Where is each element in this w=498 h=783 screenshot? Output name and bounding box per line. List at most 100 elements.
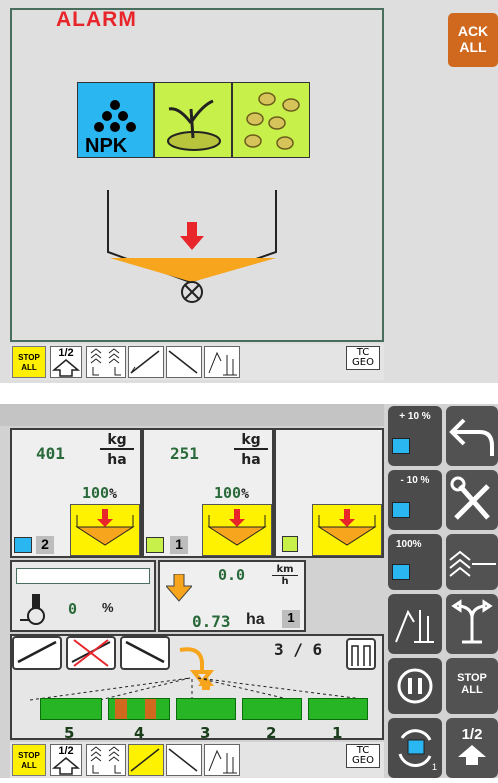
rate-value: 251 [170, 444, 199, 463]
headland-sections-icon [90, 746, 121, 774]
tc-geo-indicator: TC GEO [346, 346, 380, 370]
product-badge-2: 1 [144, 534, 188, 556]
valve-icon [20, 594, 45, 625]
ack-all-button[interactable]: ACK ALL [448, 13, 498, 67]
rate-panel-3[interactable] [274, 428, 384, 558]
stop-label: STOP [457, 672, 487, 684]
stop-all-button[interactable]: STOP ALL [12, 346, 46, 378]
npk-product-icon [392, 502, 410, 518]
product-number: 1 [170, 536, 188, 554]
tc-geo-indicator-bottom: TC GEO [346, 744, 380, 768]
boundary-right-button[interactable] [166, 346, 202, 378]
pressure-value: 0 [68, 600, 78, 618]
rate-minus-10-button[interactable]: - 10 % [388, 470, 442, 530]
rate-unit-top: kg [234, 432, 268, 450]
pressure-unit: % [102, 600, 114, 615]
tramline-button[interactable] [446, 594, 498, 654]
sections-button[interactable] [86, 346, 126, 378]
border-spread-side-button[interactable] [388, 594, 442, 654]
half-width-button-bottom[interactable]: 1/2 [50, 744, 82, 776]
up-arrow-icon [51, 359, 81, 377]
up-arrow-icon [458, 745, 486, 765]
hopper-icon [75, 509, 135, 546]
spread-disabled-icon [71, 639, 111, 667]
section-1[interactable] [308, 698, 368, 720]
speed-value: 0.0 [218, 566, 246, 584]
section-counter: 3 / 6 [274, 640, 323, 659]
rate-percent: 100% [214, 484, 249, 502]
section-3[interactable] [176, 698, 236, 720]
section-label: 5 [64, 724, 75, 742]
spread-right-icon [168, 748, 198, 772]
rate-panel-2[interactable]: 251 kg ha 100% 1 [142, 428, 274, 558]
right-boundary-button[interactable] [120, 636, 170, 670]
npk-product-icon [14, 537, 32, 553]
undo-arrow-icon [449, 418, 494, 456]
boundary-left-button[interactable] [128, 346, 164, 378]
headland-lines-icon [449, 550, 496, 577]
section-5[interactable] [40, 698, 102, 720]
wrench-screwdriver-icon [450, 476, 490, 520]
rate-unit-bottom: ha [241, 452, 261, 468]
border-spread-button[interactable] [204, 346, 240, 378]
seed-product-tile [154, 82, 232, 158]
product-number: 2 [36, 536, 54, 554]
half-width-side-button[interactable]: 1/2 [446, 718, 498, 778]
left-boundary-button[interactable] [12, 636, 62, 670]
border-spread-button-bottom[interactable] [204, 744, 240, 776]
granules-icon [244, 92, 300, 150]
section-4[interactable] [108, 698, 170, 720]
alarm-screen: ALARM NPK ACK ALL STOP ALL 1/2 TC GEO [0, 0, 498, 383]
area-unit: ha [246, 611, 265, 628]
sections-button-bottom[interactable] [86, 744, 126, 776]
area-counter-index: 1 [282, 610, 300, 628]
stop-label: STOP [18, 353, 40, 362]
rate-value: 401 [36, 444, 65, 463]
border-spread-icon [208, 351, 237, 376]
section-2[interactable] [242, 698, 302, 720]
rate-plus-10-button[interactable]: + 10 % [388, 406, 442, 466]
granules-product-icon [282, 536, 298, 552]
tramline-icon [451, 599, 493, 644]
product-index: 1 [432, 762, 438, 772]
alarm-title: ALARM [56, 8, 137, 31]
rate-100-button[interactable]: 100% [388, 534, 442, 590]
headland-sections-icon [90, 348, 121, 376]
hopper-empty-icon [107, 190, 277, 303]
header-strip [0, 404, 384, 426]
npk-product-tile: NPK [77, 82, 154, 158]
minus-label: - 10 % [400, 475, 430, 486]
speed-area-panel: 0.0 km h 0.73 ha 1 [158, 560, 306, 632]
back-button[interactable] [446, 406, 498, 466]
border-spread-icon [395, 609, 434, 643]
rate-panel-1[interactable]: 401 kg ha 100% 2 [10, 428, 142, 558]
pause-button[interactable] [388, 658, 442, 714]
npk-label: NPK [85, 135, 128, 157]
center-disabled-button[interactable] [66, 636, 116, 670]
speed-unit-top: km [272, 564, 298, 576]
rate-percent-value: 100 [82, 484, 110, 502]
seed-product-icon [146, 537, 164, 553]
rate-unit-bottom: ha [107, 452, 127, 468]
hopper-status-1 [70, 504, 140, 556]
stop-all-side-button[interactable]: STOP ALL [446, 658, 498, 714]
rate-unit-top: kg [100, 432, 134, 450]
boundary-right-button-bottom[interactable] [166, 744, 202, 776]
stop-label: STOP [18, 751, 40, 760]
boundary-left-button-bottom[interactable] [128, 744, 164, 776]
hopper-icon [207, 509, 267, 546]
spread-right-icon [125, 640, 165, 664]
geo-label: GEO [352, 357, 374, 368]
section-mode-button[interactable] [346, 638, 376, 670]
settings-button[interactable] [446, 470, 498, 530]
border-spread-icon [208, 749, 237, 774]
product-cycle-button[interactable]: 1 [388, 718, 442, 778]
rate-percent: 100% [82, 484, 117, 502]
headland-button[interactable] [446, 534, 498, 590]
ack-all-label: ALL [459, 39, 487, 55]
stop-all-button-bottom[interactable]: STOP ALL [12, 744, 46, 776]
granules-product-tile [232, 82, 310, 158]
seedling-icon [167, 99, 221, 151]
half-width-button[interactable]: 1/2 [50, 346, 82, 378]
rate-percent-value: 100 [214, 484, 242, 502]
